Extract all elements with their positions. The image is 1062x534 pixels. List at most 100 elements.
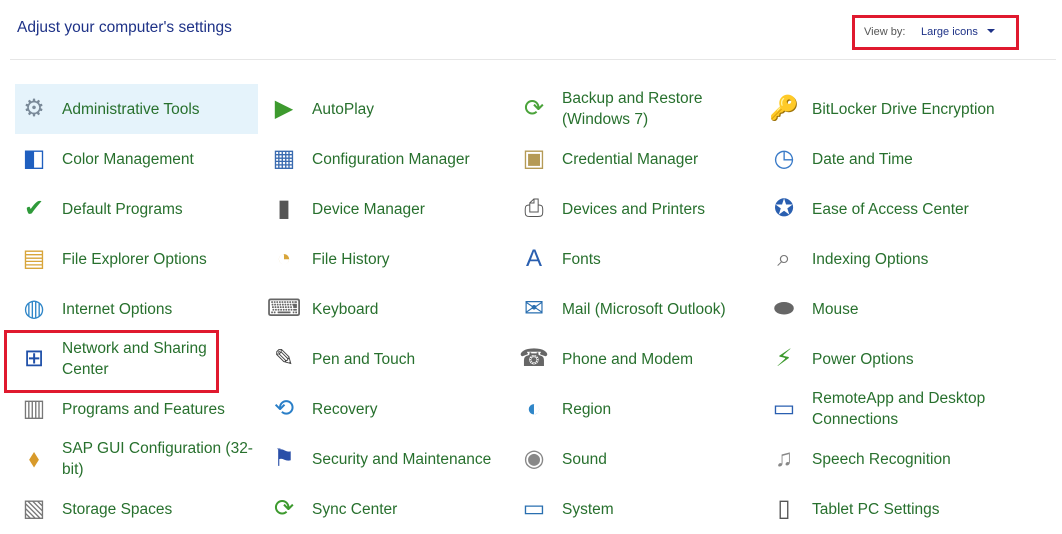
control-panel-item[interactable]: ✉ Mail (Microsoft Outlook) (515, 284, 758, 334)
control-panel-item[interactable]: ✪ Ease of Access Center (765, 184, 1008, 234)
control-panel-item[interactable]: ⟳ Backup and Restore (Windows 7) (515, 84, 758, 134)
control-panel-item[interactable]: ◧ Color Management (15, 134, 258, 184)
control-panel-item[interactable]: ▧ Storage Spaces (15, 484, 258, 534)
control-panel-item-label[interactable]: Indexing Options (812, 249, 928, 270)
control-panel-item-label[interactable]: Mail (Microsoft Outlook) (562, 299, 726, 320)
file-history-icon: ◔ (276, 245, 292, 272)
control-panel-item-label[interactable]: Color Management (62, 149, 194, 170)
control-panel-item-label[interactable]: Date and Time (812, 149, 913, 170)
ease-of-access-icon: ✪ (773, 195, 795, 222)
control-panel-item-label[interactable]: Default Programs (62, 199, 183, 220)
control-panel-item-label[interactable]: SAP GUI Configuration (32-bit) (62, 438, 257, 480)
control-panel-item-label[interactable]: File History (312, 249, 390, 270)
control-panel-item-label[interactable]: RemoteApp and Desktop Connections (812, 388, 1007, 430)
control-panel-item[interactable]: ▮ Device Manager (265, 184, 508, 234)
sound-icon: ◉ (523, 445, 545, 472)
control-panel-item[interactable]: ⌨ Keyboard (265, 284, 508, 334)
internet-options-icon: ◍ (23, 295, 45, 322)
control-panel-item[interactable]: ▥ Programs and Features (15, 384, 258, 434)
fonts-icon: A (525, 245, 542, 272)
system-icon: ▭ (522, 495, 546, 522)
configuration-manager-icon: ▦ (272, 145, 296, 172)
control-panel-item[interactable]: ✎ Pen and Touch (265, 334, 508, 384)
control-panel-item-label[interactable]: AutoPlay (312, 99, 374, 120)
control-panel-item[interactable]: ◉ Sound (515, 434, 758, 484)
date-time-icon: ◷ (773, 145, 795, 172)
control-panel-item-label[interactable]: Recovery (312, 399, 377, 420)
programs-features-icon: ▥ (22, 395, 46, 422)
control-panel-item[interactable]: ▦ Configuration Manager (265, 134, 508, 184)
control-panel-item-label[interactable]: Power Options (812, 349, 914, 370)
control-panel-item-label[interactable]: Region (562, 399, 611, 420)
control-panel-item-label[interactable]: Ease of Access Center (812, 199, 969, 220)
control-panel-item[interactable]: A Fonts (515, 234, 758, 284)
control-panel-item[interactable]: ✔ Default Programs (15, 184, 258, 234)
bitlocker-icon: 🔑 (769, 95, 799, 122)
control-panel-item-label[interactable]: Programs and Features (62, 399, 225, 420)
color-management-icon: ◧ (22, 145, 46, 172)
mouse-icon: ⬬ (773, 295, 795, 322)
control-panel-item-label[interactable]: File Explorer Options (62, 249, 207, 270)
control-panel-item-label[interactable]: Sound (562, 449, 607, 470)
control-panel-item-label[interactable]: Speech Recognition (812, 449, 951, 470)
control-panel-item-label[interactable]: Phone and Modem (562, 349, 693, 370)
devices-printers-icon: ⎙ (524, 195, 544, 222)
control-panel-item[interactable]: ⬧ SAP GUI Configuration (32-bit) (15, 434, 258, 484)
sync-center-icon: ⟳ (273, 495, 295, 522)
control-panel-item[interactable]: ▭ System (515, 484, 758, 534)
control-panel-item-label[interactable]: Internet Options (62, 299, 172, 320)
control-panel-item[interactable]: ◍ Internet Options (15, 284, 258, 334)
control-panel-item[interactable]: ⊞ Network and Sharing Center (15, 334, 258, 384)
control-panel-item-label[interactable]: Device Manager (312, 199, 425, 220)
control-panel-item-label[interactable]: Pen and Touch (312, 349, 415, 370)
control-panel-item-label[interactable]: Backup and Restore (Windows 7) (562, 88, 757, 130)
recovery-icon: ⟲ (273, 395, 295, 422)
credential-manager-icon: ▣ (522, 145, 546, 172)
control-panel-item[interactable]: ▯ Tablet PC Settings (765, 484, 1008, 534)
network-sharing-icon: ⊞ (23, 345, 45, 372)
control-panel-item[interactable]: ⌕ Indexing Options (765, 234, 1008, 284)
control-panel-item[interactable]: ▭ RemoteApp and Desktop Connections (765, 384, 1008, 434)
default-programs-icon: ✔ (23, 195, 45, 222)
control-panel-item[interactable]: ♫ Speech Recognition (765, 434, 1008, 484)
control-panel-item[interactable]: ⚙ Administrative Tools (15, 84, 258, 134)
control-panel-item[interactable]: ▤ File Explorer Options (15, 234, 258, 284)
control-panel-item-label[interactable]: Network and Sharing Center (62, 338, 257, 380)
control-panel-item[interactable]: ⟳ Sync Center (265, 484, 508, 534)
indexing-options-icon: ⌕ (777, 245, 791, 272)
control-panel-item[interactable]: ⬬ Mouse (765, 284, 1008, 334)
control-panel-item-label[interactable]: Configuration Manager (312, 149, 470, 170)
control-panel-item-label[interactable]: Administrative Tools (62, 99, 200, 120)
control-panel-item-label[interactable]: BitLocker Drive Encryption (812, 99, 995, 120)
file-explorer-options-icon: ▤ (22, 245, 46, 272)
control-panel-item-label[interactable]: Devices and Printers (562, 199, 705, 220)
backup-restore-icon: ⟳ (523, 95, 545, 122)
control-panel-item[interactable]: ◐ Region (515, 384, 758, 434)
control-panel-item-label[interactable]: Credential Manager (562, 149, 698, 170)
control-panel-item-label[interactable]: System (562, 499, 614, 520)
control-panel-item-label[interactable]: Security and Maintenance (312, 449, 491, 470)
control-panel-item[interactable]: ▶ AutoPlay (265, 84, 508, 134)
control-panel-item[interactable]: ⎙ Devices and Printers (515, 184, 758, 234)
control-panel-item-label[interactable]: Keyboard (312, 299, 378, 320)
pen-touch-icon: ✎ (273, 345, 295, 372)
tablet-pc-icon: ▯ (777, 495, 791, 522)
control-panel-item-label[interactable]: Fonts (562, 249, 601, 270)
control-panel-item[interactable]: 🔑 BitLocker Drive Encryption (765, 84, 1008, 134)
administrative-tools-icon: ⚙ (23, 95, 45, 122)
control-panel-item-label[interactable]: Sync Center (312, 499, 397, 520)
speech-recognition-icon: ♫ (775, 445, 793, 472)
device-manager-icon: ▮ (277, 195, 291, 222)
control-panel-item[interactable]: ⚡ Power Options (765, 334, 1008, 384)
control-panel-item-label[interactable]: Tablet PC Settings (812, 499, 940, 520)
control-panel-item[interactable]: ☎ Phone and Modem (515, 334, 758, 384)
control-panel-item[interactable]: ◔ File History (265, 234, 508, 284)
control-panel-item[interactable]: ▣ Credential Manager (515, 134, 758, 184)
storage-spaces-icon: ▧ (22, 495, 46, 522)
power-options-icon: ⚡ (775, 345, 793, 372)
control-panel-item[interactable]: ⚑ Security and Maintenance (265, 434, 508, 484)
control-panel-item[interactable]: ⟲ Recovery (265, 384, 508, 434)
control-panel-item-label[interactable]: Mouse (812, 299, 859, 320)
control-panel-item-label[interactable]: Storage Spaces (62, 499, 172, 520)
control-panel-item[interactable]: ◷ Date and Time (765, 134, 1008, 184)
